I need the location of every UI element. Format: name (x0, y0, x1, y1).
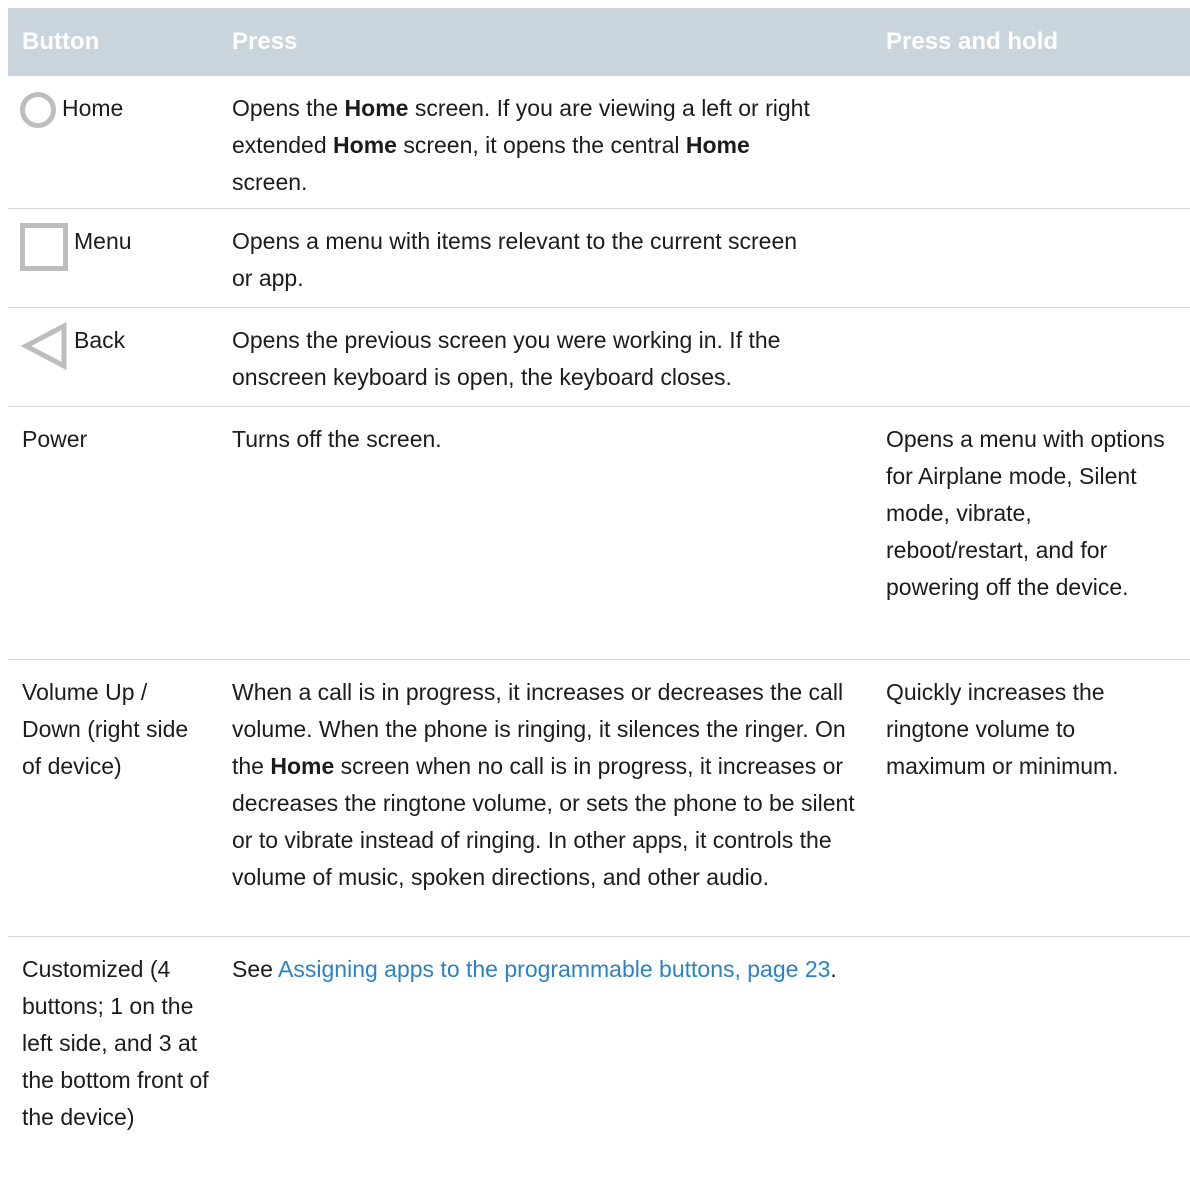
buttons-table: Button Press Press and hold Home Opens t… (8, 8, 1190, 1183)
button-name: Home (62, 95, 124, 121)
header-press-and-hold: Press and hold (886, 28, 1059, 55)
button-cell: Customized (4 buttons; 1 on the left sid… (22, 956, 209, 1130)
press-cell: When a call is in progress, it increases… (232, 679, 855, 890)
table-row-home: Home Opens the Home screen. If you are v… (8, 76, 1190, 209)
header-button: Button (22, 28, 100, 55)
press-hold-cell: Opens a menu with options for Airplane m… (886, 426, 1165, 600)
header-press: Press (232, 28, 298, 55)
button-cell: Menu (8, 209, 218, 307)
table-row-menu: Menu Opens a menu with items relevant to… (8, 209, 1190, 308)
press-hold-cell (872, 76, 1190, 208)
circle-home-icon (20, 92, 56, 128)
button-name: Menu (74, 228, 132, 254)
triangle-back-icon (20, 322, 67, 370)
button-cell: Power (22, 426, 88, 452)
press-hold-cell (872, 209, 1190, 307)
press-cell: See Assigning apps to the programmable b… (232, 956, 837, 982)
press-hold-cell (872, 308, 1190, 406)
table-row-power: Power Turns off the screen. Opens a menu… (8, 407, 1190, 660)
table-header: Button Press Press and hold (8, 8, 1190, 76)
assigning-apps-link[interactable]: Assigning apps to the programmable butto… (278, 956, 830, 982)
press-cell: Turns off the screen. (232, 426, 442, 452)
button-cell: Home (8, 76, 218, 208)
press-hold-cell: Quickly increases the ringtone volume to… (886, 679, 1119, 779)
square-menu-icon (20, 223, 68, 271)
press-cell: Opens the Home screen. If you are viewin… (232, 95, 810, 195)
button-cell: Back (8, 308, 218, 406)
table-row-customized: Customized (4 buttons; 1 on the left sid… (8, 937, 1190, 1183)
table-row-volume: Volume Up / Down (right side of device) … (8, 660, 1190, 937)
button-cell: Volume Up / Down (right side of device) (22, 679, 189, 779)
press-cell: Opens a menu with items relevant to the … (232, 228, 798, 291)
press-hold-cell (872, 937, 1190, 1183)
press-cell: Opens the previous screen you were worki… (232, 327, 781, 390)
button-name: Back (74, 327, 126, 353)
table-row-back: Back Opens the previous screen you were … (8, 308, 1190, 407)
